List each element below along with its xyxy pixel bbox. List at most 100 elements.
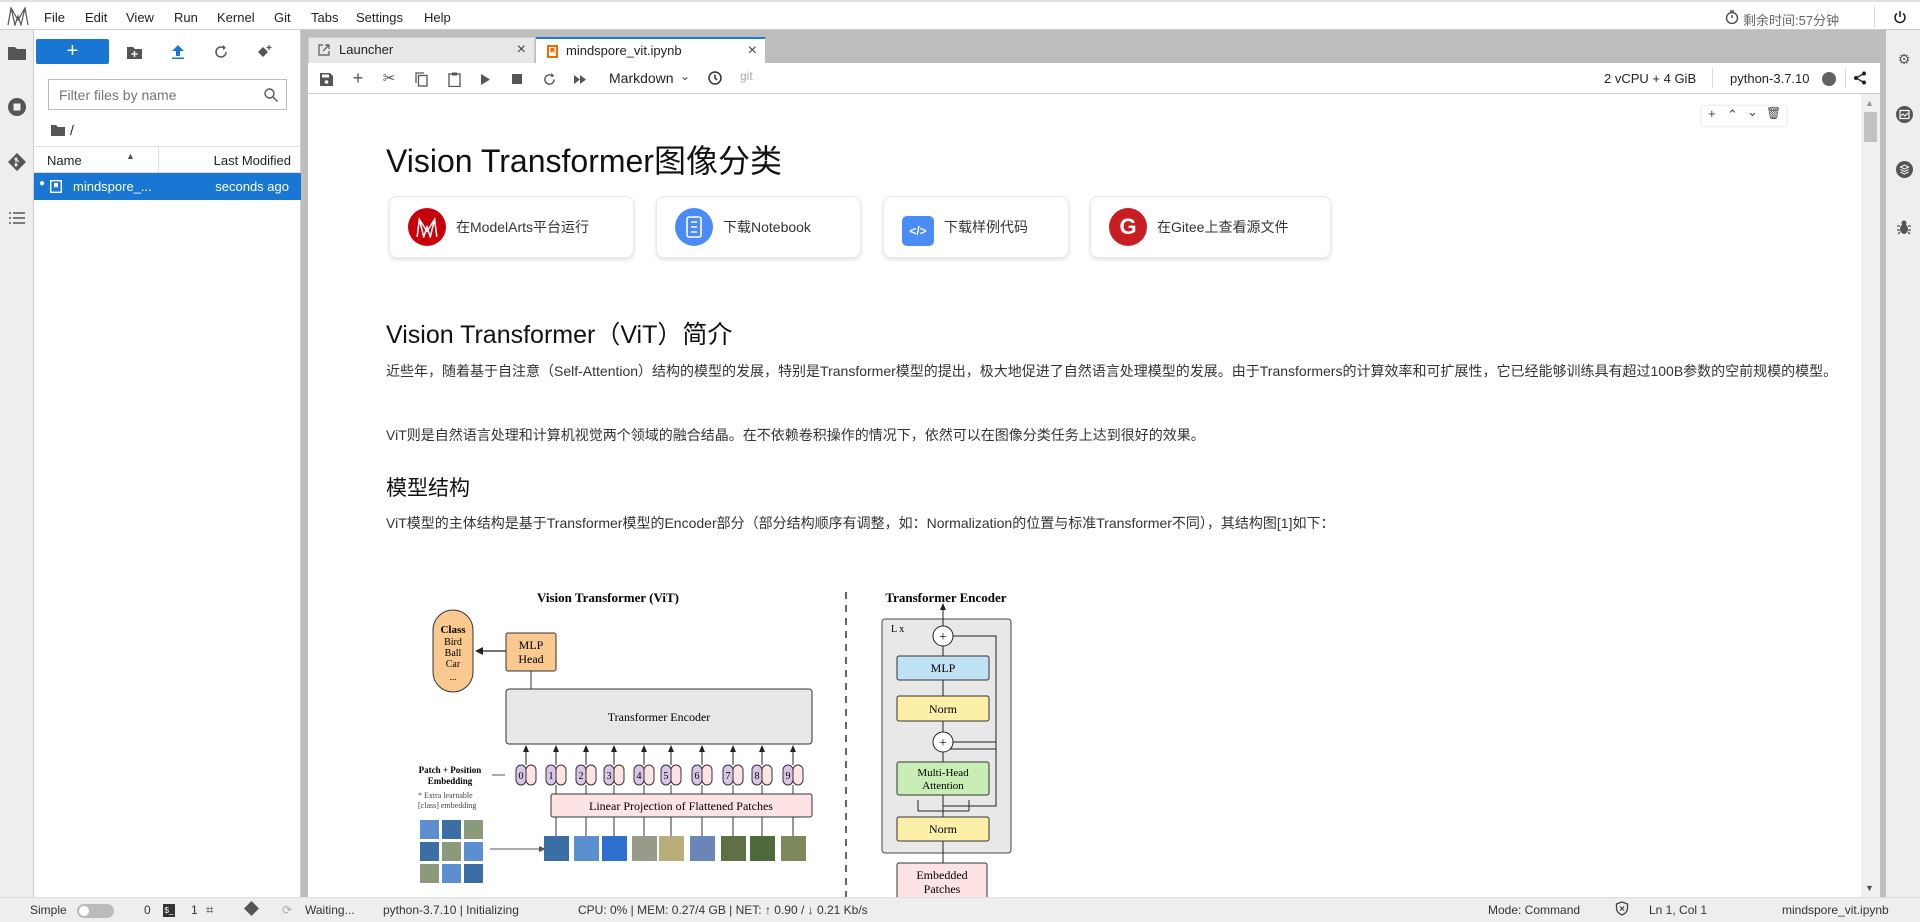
breadcrumb-root[interactable]: /	[70, 122, 74, 138]
menu-edit[interactable]: Edit	[85, 10, 107, 25]
diagram-vit-title: Vision Transformer (ViT)	[537, 590, 679, 605]
fast-forward-icon[interactable]	[572, 71, 588, 87]
property-inspector-gears-icon[interactable]: ⚙	[1894, 49, 1914, 69]
scroll-up-arrow-icon[interactable]: ▲	[1865, 98, 1874, 108]
arrowhead	[790, 745, 796, 752]
clock-icon[interactable]	[707, 70, 723, 86]
tab-launcher[interactable]: Launcher ×	[308, 37, 535, 63]
token-index: 4	[637, 771, 642, 782]
file-row[interactable]: ● mindspore_... seconds ago	[34, 173, 301, 200]
scroll-down-arrow-icon[interactable]: ▼	[1865, 883, 1874, 893]
remaining-time: 剩余时间:57分钟	[1743, 13, 1840, 28]
filter-files-field[interactable]	[48, 79, 287, 110]
git-clone-icon[interactable]	[255, 42, 275, 62]
paste-icon[interactable]	[446, 71, 462, 87]
column-last-modified[interactable]: Last Modified	[214, 153, 291, 168]
active-filename: mindspore_vit.ipynb	[1782, 903, 1889, 917]
power-icon[interactable]	[1890, 7, 1910, 27]
chevron-down-icon: ⌄	[680, 69, 691, 83]
folder-icon[interactable]	[7, 42, 27, 62]
stop-icon[interactable]	[510, 71, 524, 87]
arrowhead	[553, 745, 559, 752]
plus-symbol: +	[939, 736, 947, 751]
refresh-icon[interactable]	[211, 42, 231, 62]
menu-kernel[interactable]: Kernel	[217, 10, 255, 25]
tab-notebook[interactable]: mindspore_vit.ipynb ×	[536, 37, 765, 63]
save-icon[interactable]	[318, 71, 334, 87]
copy-icon[interactable]	[413, 71, 429, 87]
plus-symbol: +	[939, 630, 947, 645]
menu-help[interactable]: Help	[424, 10, 451, 25]
cut-icon[interactable]: ✂	[381, 69, 397, 87]
search-icon	[262, 86, 280, 104]
close-icon[interactable]: ×	[748, 39, 757, 63]
scrollbar-thumb[interactable]	[1864, 112, 1877, 142]
column-name[interactable]: Name	[47, 153, 82, 168]
image-grid-patch	[420, 864, 439, 883]
resource-usage: CPU: 0% | MEM: 0.27/4 GB | NET: ↑ 0.90 /…	[578, 903, 868, 917]
close-icon[interactable]: ×	[517, 38, 526, 62]
arrowhead	[611, 745, 617, 752]
extensions-layers-icon[interactable]	[1894, 159, 1914, 179]
file-name: mindspore_...	[73, 179, 152, 194]
terminal-icon[interactable]: $_	[163, 904, 175, 917]
image-grid-patch	[442, 864, 461, 883]
debugger-bug-icon[interactable]	[1894, 217, 1914, 237]
patch-embedding-token	[613, 764, 625, 786]
divider	[1874, 6, 1875, 28]
patch-embedding-token	[643, 764, 655, 786]
image-grid-patch	[420, 842, 439, 861]
arrowhead	[668, 745, 674, 752]
menu-settings[interactable]: Settings	[356, 10, 403, 25]
new-folder-icon[interactable]	[124, 42, 144, 62]
new-launcher-button[interactable]: +	[36, 39, 109, 64]
cell-type-select[interactable]: Markdown	[609, 70, 674, 86]
filter-files-input[interactable]	[49, 80, 249, 109]
mha-line1: Multi-Head	[917, 767, 969, 779]
extra-line2: [class] embedding	[418, 801, 476, 810]
token-index: 8	[755, 771, 760, 782]
token-index: 2	[579, 771, 584, 782]
menu-bar: File Edit View Run Kernel Git Tabs Setti…	[0, 0, 1920, 30]
kernel-status[interactable]: python-3.7.10 | Initializing	[383, 903, 519, 917]
patch-embedding-token	[555, 764, 567, 786]
image-grid-patch	[464, 864, 483, 883]
image-grid-patch	[420, 820, 439, 839]
file-list-header: Name ▲ Last Modified	[34, 146, 301, 173]
file-modified: seconds ago	[215, 179, 289, 194]
resource-monitor-icon[interactable]	[1894, 104, 1914, 124]
extra-line1: * Extra learnable	[418, 791, 473, 800]
share-icon[interactable]	[1852, 70, 1868, 86]
kernels-count[interactable]: 1	[191, 903, 198, 917]
terminals-count[interactable]: 0	[144, 903, 151, 917]
trusted-shield-icon[interactable]	[1615, 901, 1629, 919]
menu-git[interactable]: Git	[274, 10, 291, 25]
running-sessions-icon[interactable]	[7, 97, 27, 117]
waiting-status: Waiting...	[305, 903, 355, 917]
vit-architecture-diagram: Vision Transformer (ViT) Transformer Enc…	[418, 590, 1012, 897]
menu-tabs[interactable]: Tabs	[311, 10, 338, 25]
status-bar: Simple 0 $_ 1 ⌗ ⟳ Waiting... python-3.7.…	[0, 897, 1920, 922]
file-browser: + / Name ▲ Last Modified ● mindspore_...…	[34, 30, 301, 897]
vertical-scrollbar[interactable]: ▲ ▼	[1861, 94, 1880, 897]
cursor-position[interactable]: Ln 1, Col 1	[1649, 903, 1707, 917]
git-icon[interactable]	[7, 152, 27, 172]
image-patch	[750, 836, 775, 861]
run-icon[interactable]	[478, 71, 492, 87]
restart-icon[interactable]	[541, 71, 557, 87]
patch-pos-line1: Patch + Position	[419, 765, 482, 775]
class-bird: Bird	[444, 637, 462, 648]
upload-icon[interactable]	[168, 42, 188, 62]
menu-file[interactable]: File	[44, 10, 65, 25]
git-button[interactable]: git	[740, 69, 753, 83]
kernel-name[interactable]: python-3.7.10	[1730, 71, 1810, 86]
menu-view[interactable]: View	[126, 10, 154, 25]
linear-projection-label: Linear Projection of Flattened Patches	[589, 799, 773, 813]
tab-label: mindspore_vit.ipynb	[566, 43, 682, 58]
simple-mode-toggle[interactable]	[77, 904, 114, 918]
add-cell-icon[interactable]: +	[350, 68, 366, 88]
modified-dot-icon: ●	[39, 178, 46, 189]
menu-run[interactable]: Run	[174, 10, 198, 25]
table-of-contents-icon[interactable]	[7, 208, 27, 228]
git-icon[interactable]	[244, 901, 259, 919]
